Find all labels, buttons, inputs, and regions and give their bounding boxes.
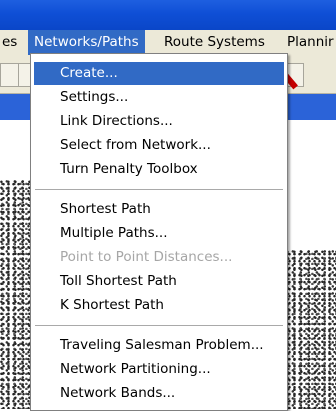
menu-item-create[interactable]: Create... <box>34 62 284 85</box>
menu-item-select-from-network[interactable]: Select from Network... <box>34 134 284 157</box>
menu-item-settings[interactable]: Settings... <box>34 86 284 109</box>
menu-item-multiple-paths[interactable]: Multiple Paths... <box>34 222 284 245</box>
menu-route-systems[interactable]: Route Systems <box>158 30 271 55</box>
menu-item-point-to-point-distances: Point to Point Distances... <box>60 249 233 265</box>
menu-item-partial-left[interactable]: es <box>0 30 23 55</box>
menu-item-traveling-salesman[interactable]: Traveling Salesman Problem... <box>34 334 284 357</box>
menu-separator <box>35 189 283 190</box>
menu-item-k-shortest-path[interactable]: K Shortest Path <box>34 294 284 317</box>
network-links-right <box>286 250 336 409</box>
menu-item-link-directions[interactable]: Link Directions... <box>34 110 284 133</box>
menu-networks-paths[interactable]: Networks/Paths <box>28 30 145 55</box>
networks-paths-dropdown: Create... Settings... Link Directions...… <box>30 53 288 411</box>
menu-item-turn-penalty-toolbox[interactable]: Turn Penalty Toolbox <box>34 158 284 181</box>
menu-bar: es Networks/Paths Route Systems Plannir <box>0 30 336 55</box>
title-bar <box>0 0 336 30</box>
menu-planning-partial[interactable]: Plannir <box>281 30 336 55</box>
menu-item-shortest-path[interactable]: Shortest Path <box>34 198 284 221</box>
menu-separator <box>35 325 283 326</box>
menu-item-network-bands[interactable]: Network Bands... <box>34 382 284 405</box>
menu-item-toll-shortest-path[interactable]: Toll Shortest Path <box>34 270 284 293</box>
menu-item-network-partitioning[interactable]: Network Partitioning... <box>34 358 284 381</box>
network-links-left <box>0 180 30 409</box>
